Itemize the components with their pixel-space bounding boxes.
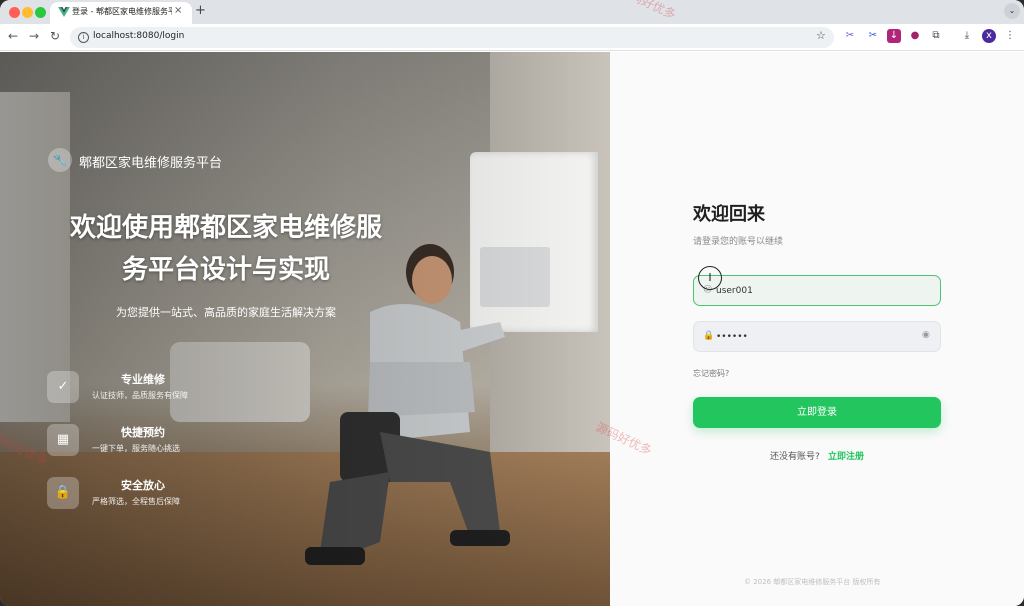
vue-logo-icon bbox=[58, 7, 70, 17]
tab-strip: 登录 - 郫都区家电维修服务平台 × + ⌄ bbox=[0, 0, 1024, 24]
browser-window: 登录 - 郫都区家电维修服务平台 × + ⌄ ← → ↻ i localhost… bbox=[0, 0, 1024, 606]
download-extension-icon[interactable]: ↓ bbox=[887, 29, 901, 43]
hero-subtitle: 为您提供一站式、高品质的家庭生活解决方案 bbox=[116, 306, 336, 319]
url-text[interactable]: localhost:8080/login bbox=[93, 31, 184, 41]
hero-title: 欢迎使用郫都区家电维修服 务平台设计与实现 bbox=[40, 207, 412, 291]
tab-login[interactable]: 登录 - 郫都区家电维修服务平台 × bbox=[50, 2, 192, 24]
brand-name: 郫都区家电维修服务平台 bbox=[79, 156, 223, 171]
lock-icon: 🔒 bbox=[703, 331, 715, 341]
username-input[interactable] bbox=[716, 283, 916, 299]
tab-close-icon[interactable]: × bbox=[174, 5, 182, 16]
downloads-icon[interactable]: ⤓ bbox=[960, 29, 974, 43]
browser-toolbar: ← → ↻ i localhost:8080/login ☆ ✂ ✂ ↓ ● ⧉… bbox=[0, 24, 1024, 51]
no-account-text: 还没有账号? bbox=[770, 452, 820, 462]
close-window-button[interactable] bbox=[9, 7, 20, 18]
register-link[interactable]: 立即注册 bbox=[828, 449, 864, 462]
fullscreen-window-button[interactable] bbox=[35, 7, 46, 18]
feature-desc: 严格筛选，全程售后保障 bbox=[92, 497, 180, 506]
feature-title: 快捷预约 bbox=[121, 426, 165, 439]
password-input[interactable] bbox=[716, 329, 916, 345]
bookmark-star-icon[interactable]: ☆ bbox=[816, 29, 826, 42]
login-button[interactable]: 立即登录 bbox=[693, 397, 941, 428]
login-subheading: 请登录您的账号以继续 bbox=[693, 237, 784, 247]
lock-icon: 🔒 bbox=[47, 477, 79, 509]
copyright-text: © 2026 郫都区家电维修服务平台 版权所有 bbox=[744, 578, 881, 586]
hero-panel: 🔧 郫都区家电维修服务平台 欢迎使用郫都区家电维修服 务平台设计与实现 为您提供… bbox=[0, 52, 610, 606]
forgot-password-link[interactable]: 忘记密码? bbox=[693, 368, 729, 379]
reload-button[interactable]: ↻ bbox=[50, 29, 60, 43]
tab-search-button[interactable]: ⌄ bbox=[1004, 3, 1020, 19]
address-bar[interactable]: i localhost:8080/login ☆ bbox=[70, 27, 834, 48]
tab-title: 登录 - 郫都区家电维修服务平台 bbox=[72, 7, 172, 16]
feature-title: 安全放心 bbox=[121, 479, 165, 492]
menu-kebab-icon[interactable]: ⋮ bbox=[1003, 29, 1017, 43]
hero-title-line1: 欢迎使用郫都区家电维修服 bbox=[69, 213, 382, 243]
text-cursor-icon: I bbox=[698, 266, 722, 290]
login-heading: 欢迎回来 bbox=[693, 204, 765, 225]
scissors-extension-icon[interactable]: ✂ bbox=[843, 29, 857, 43]
hero-overlay bbox=[0, 52, 610, 606]
feature-desc: 一键下单，服务随心挑选 bbox=[92, 444, 180, 453]
forward-button[interactable]: → bbox=[29, 29, 39, 43]
extensions-puzzle-icon[interactable]: ⧉ bbox=[929, 29, 943, 43]
wrench-icon: 🔧 bbox=[48, 148, 72, 172]
clipboard-check-icon: ✓ bbox=[47, 371, 79, 403]
eye-icon[interactable]: ◉ bbox=[922, 330, 930, 340]
back-button[interactable]: ← bbox=[8, 29, 18, 43]
profile-avatar[interactable]: x bbox=[982, 29, 996, 43]
feature-desc: 认证技师，品质服务有保障 bbox=[92, 391, 188, 400]
login-panel: 欢迎回来 请登录您的账号以继续 ☺ I 🔒 ◉ 忘记密码? 立即登录 还没有账号… bbox=[610, 52, 1024, 606]
site-info-icon[interactable]: i bbox=[78, 32, 89, 43]
cut-extension-icon[interactable]: ✂ bbox=[866, 29, 880, 43]
minimize-window-button[interactable] bbox=[22, 7, 33, 18]
hero-title-line2: 务平台设计与实现 bbox=[121, 255, 330, 285]
password-field[interactable]: 🔒 ◉ bbox=[693, 321, 941, 352]
username-field[interactable]: ☺ bbox=[693, 275, 941, 306]
new-tab-button[interactable]: + bbox=[195, 3, 206, 18]
feature-title: 专业维修 bbox=[121, 373, 165, 386]
calendar-icon: ▦ bbox=[47, 424, 79, 456]
avatar-extension-icon[interactable]: ● bbox=[908, 29, 922, 43]
